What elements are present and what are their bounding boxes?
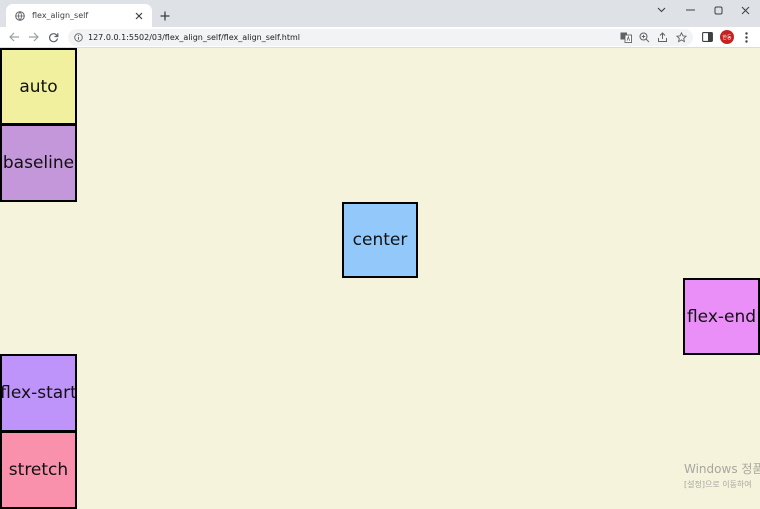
close-icon[interactable] xyxy=(132,9,146,23)
star-icon[interactable] xyxy=(675,31,688,44)
side-panel-icon[interactable] xyxy=(700,30,714,44)
close-window-icon[interactable] xyxy=(731,3,759,17)
box-stretch: stretch xyxy=(0,431,77,509)
tab-search-chevron-icon[interactable] xyxy=(647,3,675,17)
address-bar[interactable]: 127.0.0.1:5502/03/flex_align_self/flex_a… xyxy=(68,29,693,46)
browser-toolbar: 127.0.0.1:5502/03/flex_align_self/flex_a… xyxy=(0,27,760,48)
watermark-line-1: Windows 정품 xyxy=(684,462,760,476)
browser-tab[interactable]: flex_align_self xyxy=(6,4,152,27)
share-icon[interactable] xyxy=(656,31,669,44)
box-flex-start: flex-start xyxy=(0,354,77,432)
zoom-icon[interactable] xyxy=(638,31,651,44)
restore-icon[interactable] xyxy=(704,3,732,17)
box-baseline: baseline xyxy=(0,124,77,202)
box-flex-end: flex-end xyxy=(683,278,760,355)
arrow-right-icon[interactable] xyxy=(25,29,41,45)
watermark-line-2: [설정]으로 이동하여 xyxy=(684,480,752,489)
translate-icon[interactable] xyxy=(619,31,632,44)
avatar[interactable]: 한동 xyxy=(720,30,734,44)
reload-icon[interactable] xyxy=(45,29,61,45)
plus-icon[interactable] xyxy=(157,8,173,24)
globe-icon xyxy=(14,10,25,21)
tab-title: flex_align_self xyxy=(32,11,89,20)
info-icon[interactable] xyxy=(73,33,83,43)
box-auto: auto xyxy=(0,48,77,125)
activation-watermark: Windows 정품 [설정]으로 이동하여 xyxy=(684,460,760,490)
page-viewport: auto baseline center flex-end flex-start… xyxy=(0,48,760,509)
kebab-menu-icon[interactable] xyxy=(739,30,753,44)
tab-strip: flex_align_self xyxy=(0,0,760,27)
url-text: 127.0.0.1:5502/03/flex_align_self/flex_a… xyxy=(88,33,301,42)
arrow-left-icon[interactable] xyxy=(6,29,22,45)
box-center: center xyxy=(342,202,418,278)
minimize-icon[interactable] xyxy=(676,3,704,17)
